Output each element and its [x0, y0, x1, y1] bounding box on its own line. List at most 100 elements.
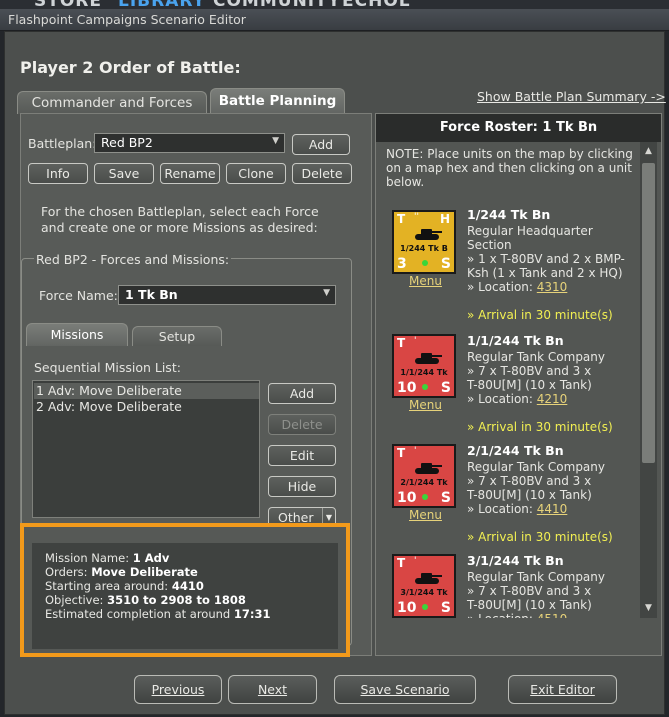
battleplan-select[interactable]: Red BP2 ▼ [94, 133, 285, 153]
status-dot-icon [422, 494, 428, 500]
delete-button[interactable]: Delete [292, 163, 352, 184]
next-label: Next [257, 682, 288, 697]
battleplan-selected-value: Red BP2 [101, 135, 153, 150]
roster-scroll-thumb[interactable] [642, 163, 655, 463]
orders-value: Move Deliberate [91, 565, 198, 579]
roster-bottom-clip [376, 618, 661, 655]
unit-location-link[interactable]: 4410 [537, 502, 568, 516]
unit-location-line: » Location: 4410 [467, 502, 637, 516]
scroll-down-icon[interactable]: ▼ [640, 600, 657, 617]
mission-list-label: Sequential Mission List: [34, 360, 181, 375]
sequential-mission-list[interactable]: 1 Adv: Move Deliberate 2 Adv: Move Delib… [32, 380, 260, 518]
previous-button[interactable]: Previous [134, 675, 222, 704]
unit-hq-mark: H [439, 212, 450, 226]
unit-counter-icon[interactable]: T ' 2/1/244 Tk 10 S [392, 444, 456, 508]
tab-label: Setup [158, 329, 196, 344]
unit-detail-line: Regular Tank Company [467, 570, 605, 584]
mission-name-value: 1 Adv [132, 551, 170, 565]
mission-start-line: Starting area around: 4410 [45, 579, 325, 593]
mission-name-label: Mission Name: [45, 551, 130, 565]
add-mission-button[interactable]: Add [268, 383, 336, 404]
tab-battle-planning[interactable]: Battle Planning [210, 88, 345, 114]
unit-type-mark: T [397, 336, 406, 350]
mission-info-highlight: Mission Name: 1 Adv Orders: Move Deliber… [20, 523, 350, 657]
location-label: » Location: [467, 502, 533, 516]
unit-arrival-text: » Arrival in 30 minute(s) [467, 308, 613, 322]
chevron-down-icon: ▼ [323, 288, 330, 298]
force-selected-value: 1 Tk Bn [125, 287, 178, 302]
save-scenario-label: Save Scenario [360, 682, 450, 697]
tank-icon [412, 226, 442, 242]
status-dot-icon [422, 260, 428, 266]
rename-button[interactable]: Rename [160, 163, 220, 184]
tab-label: Battle Planning [218, 93, 337, 109]
mission-objective-line: Objective: 3510 to 2908 to 1808 [45, 593, 325, 607]
unit-detail-line: Regular Tank Company [467, 460, 605, 474]
forces-group-title: Red BP2 - Forces and Missions: [34, 252, 232, 267]
location-label: » Location: [467, 280, 533, 294]
unit-location-link[interactable]: 4210 [537, 392, 568, 406]
unit-location-link[interactable]: 4310 [537, 280, 568, 294]
mission-list-item[interactable]: 2 Adv: Move Deliberate [34, 399, 259, 415]
info-button[interactable]: Info [28, 163, 88, 184]
roster-note: NOTE: Place units on the map by clicking… [386, 147, 633, 189]
force-roster-header: Force Roster: 1 Tk Bn [376, 114, 661, 142]
unit-counter-icon[interactable]: T '' H 1/244 Tk B 3 S [392, 210, 456, 274]
unit-strength: 10 [397, 380, 417, 396]
battleplan-instructions: For the chosen Battleplan, select each F… [41, 204, 319, 235]
clone-button[interactable]: Clone [226, 163, 286, 184]
tab-label: Missions [50, 327, 104, 342]
unit-location-line: » Location: 4210 [467, 392, 637, 406]
unit-strength: 3 [397, 256, 407, 272]
unit-counter-icon[interactable]: T ' 3/1/244 Tk 10 S [392, 554, 456, 618]
save-button[interactable]: Save [94, 163, 154, 184]
unit-detail-line: » 7 x T-80BV and 3 x [467, 364, 592, 378]
unit-location-line: » Location: 4310 [467, 280, 637, 294]
unit-title: 2/1/244 Tk Bn [467, 443, 564, 458]
unit-menu-link[interactable]: Menu [409, 398, 442, 412]
status-dot-icon [422, 604, 428, 610]
completion-label: Estimated completion at around [45, 607, 231, 621]
unit-size-mark: ' [414, 556, 417, 566]
unit-menu-link[interactable]: Menu [409, 274, 442, 288]
exit-editor-button[interactable]: Exit Editor [508, 675, 617, 704]
next-button[interactable]: Next [228, 675, 317, 704]
start-value: 4410 [171, 579, 204, 593]
force-name-label: Force Name: [39, 288, 118, 303]
unit-arrival-text: » Arrival in 30 minute(s) [467, 420, 613, 434]
unit-size-mark: '' [414, 212, 419, 222]
unit-detail-line: Regular Tank Company [467, 350, 605, 364]
edit-mission-button[interactable]: Edit [268, 445, 336, 466]
force-name-select[interactable]: 1 Tk Bn ▼ [118, 285, 336, 305]
window-titlebar[interactable]: Flashpoint Campaigns Scenario Editor [0, 9, 669, 31]
tank-icon [412, 570, 442, 586]
page-title: Player 2 Order of Battle: [20, 58, 241, 77]
objective-value: 3510 to 2908 to 1808 [107, 593, 246, 607]
tab-missions[interactable]: Missions [26, 323, 128, 346]
unit-counter-icon[interactable]: T ' 1/1/244 Tk 10 S [392, 334, 456, 398]
tab-commander-and-forces[interactable]: Commander and Forces [17, 91, 207, 114]
unit-detail-line: » 7 x T-80BV and 3 x [467, 584, 592, 598]
unit-counter-name: 3/1/244 Tk [400, 588, 448, 597]
unit-menu-link[interactable]: Menu [409, 508, 442, 522]
mission-info-panel: Mission Name: 1 Adv Orders: Move Deliber… [32, 543, 338, 649]
unit-detail-line: » 1 x T-80BV and 2 x BMP- [467, 252, 625, 266]
unit-counter-name: 1/1/244 Tk [400, 368, 448, 377]
save-scenario-button[interactable]: Save Scenario [334, 675, 476, 704]
exit-editor-label: Exit Editor [530, 682, 595, 697]
add-battleplan-button[interactable]: Add [292, 134, 350, 155]
unit-title: 1/244 Tk Bn [467, 207, 551, 222]
unit-detail-line: Section [467, 238, 512, 252]
tab-setup[interactable]: Setup [132, 326, 222, 346]
unit-status-mark: S [440, 490, 451, 506]
delete-mission-button[interactable]: Delete [268, 414, 336, 435]
show-battle-plan-summary-link[interactable]: Show Battle Plan Summary -> [477, 89, 666, 104]
unit-status-mark: S [440, 380, 451, 396]
unit-type-mark: T [397, 556, 406, 570]
unit-strength: 10 [397, 490, 417, 506]
hide-mission-button[interactable]: Hide [268, 476, 336, 497]
unit-arrival-text: » Arrival in 30 minute(s) [467, 530, 613, 544]
mission-list-item[interactable]: 1 Adv: Move Deliberate [34, 383, 259, 399]
scroll-up-icon[interactable]: ▲ [640, 143, 657, 160]
status-dot-icon [422, 384, 428, 390]
